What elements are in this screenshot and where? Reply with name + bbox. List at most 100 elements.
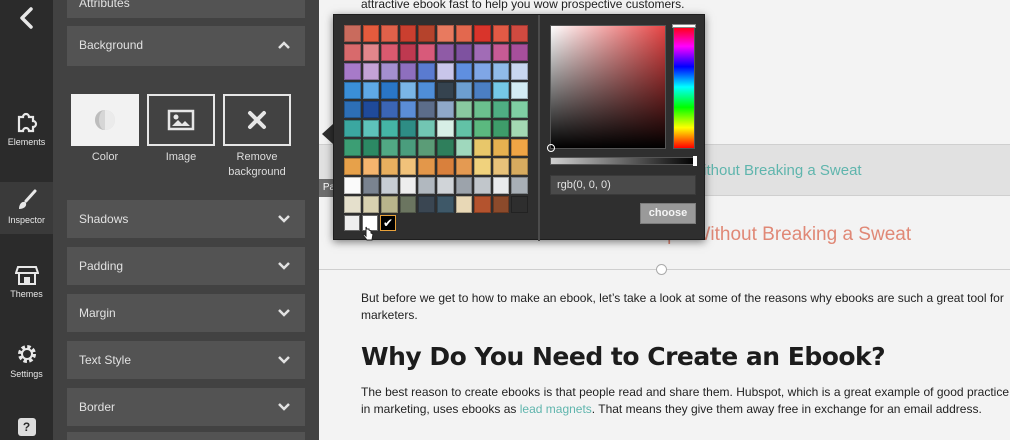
color-swatch[interactable] [511,25,528,42]
color-swatch[interactable] [511,82,528,99]
accordion-border[interactable]: Border [67,388,305,426]
color-swatch[interactable] [362,25,380,42]
color-swatch[interactable] [418,101,435,118]
color-swatch[interactable] [455,44,473,61]
color-option-box[interactable] [71,94,139,146]
color-swatch[interactable] [418,82,435,99]
color-swatch[interactable] [511,101,528,118]
color-swatch[interactable] [418,196,435,213]
saturation-cursor[interactable] [547,144,555,152]
accordion-padding[interactable]: Padding [67,247,305,285]
color-swatch[interactable] [344,82,361,99]
alpha-slider[interactable] [550,156,697,166]
color-swatch[interactable] [362,158,380,175]
color-swatch[interactable] [399,101,417,118]
color-swatch[interactable] [492,120,510,137]
accordion-shadows[interactable]: Shadows [67,200,305,238]
color-swatch[interactable] [418,120,435,137]
color-swatch[interactable] [436,158,454,175]
color-swatch[interactable] [344,25,361,42]
accordion-margin[interactable]: Margin [67,294,305,332]
hue-slider[interactable] [672,24,696,149]
color-swatch[interactable] [436,63,454,80]
color-swatch[interactable] [455,158,473,175]
color-swatch[interactable] [399,158,417,175]
color-swatch[interactable] [511,139,528,156]
accordion-attributes[interactable]: Attributes [67,0,305,18]
color-swatch[interactable] [455,196,473,213]
color-swatch[interactable] [492,196,510,213]
color-swatch[interactable] [362,120,380,137]
color-swatch[interactable] [492,25,510,42]
color-swatch[interactable] [362,177,380,194]
reason-paragraph[interactable]: The best reason to create ebooks is that… [361,384,1009,418]
color-swatch[interactable] [492,101,510,118]
color-swatch[interactable] [474,196,491,213]
color-swatch[interactable] [474,139,491,156]
color-swatch[interactable] [362,196,380,213]
rail-themes-button[interactable]: Themes [0,264,53,308]
recent-swatch[interactable] [344,215,360,231]
color-swatch[interactable] [492,139,510,156]
color-swatch[interactable] [381,101,398,118]
color-swatch[interactable] [399,63,417,80]
color-swatch[interactable] [344,120,361,137]
intro-paragraph[interactable]: attractive ebook fast to help you wow pr… [361,0,1009,13]
lead-magnets-link[interactable]: lead magnets [520,402,592,416]
color-swatch[interactable] [362,101,380,118]
color-swatch[interactable] [344,139,361,156]
color-swatch[interactable] [399,25,417,42]
color-swatch[interactable] [455,82,473,99]
color-swatch[interactable] [362,63,380,80]
color-swatch[interactable] [474,25,491,42]
rail-elements-button[interactable]: Elements [0,110,53,158]
color-swatch[interactable] [436,120,454,137]
color-swatch[interactable] [344,101,361,118]
color-swatch[interactable] [492,44,510,61]
rgb-value-input[interactable] [550,175,696,195]
color-swatch[interactable] [511,44,528,61]
color-swatch[interactable] [455,139,473,156]
rail-settings-button[interactable]: Settings [0,342,53,386]
why-heading[interactable]: Why Do You Need to Create an Ebook? [361,342,886,371]
accordion-text-style[interactable]: Text Style [67,341,305,379]
color-swatch[interactable] [399,196,417,213]
color-swatch[interactable] [474,63,491,80]
accordion-background[interactable]: Background [67,26,305,66]
color-swatch[interactable] [511,120,528,137]
remove-background-option[interactable]: Remove background [223,94,291,180]
color-swatch[interactable] [399,177,417,194]
color-swatch[interactable] [344,158,361,175]
color-swatch[interactable] [418,44,435,61]
color-swatch[interactable] [381,44,398,61]
help-button[interactable]: ? [0,418,53,440]
color-swatch[interactable] [381,139,398,156]
color-swatch[interactable] [492,63,510,80]
color-swatch[interactable] [381,177,398,194]
alpha-slider-handle[interactable] [693,156,697,166]
rail-inspector-button[interactable]: Inspector [0,182,53,234]
divider-handle[interactable] [656,264,667,275]
color-swatch[interactable] [418,63,435,80]
color-swatch[interactable] [362,82,380,99]
color-swatch[interactable] [474,82,491,99]
remove-option-box[interactable] [223,94,291,146]
back-button[interactable] [0,6,53,36]
color-swatch[interactable] [418,158,435,175]
color-swatch[interactable] [474,177,491,194]
recent-swatch-selected[interactable]: ✔ [380,215,396,231]
color-swatch[interactable] [381,158,398,175]
saturation-area[interactable] [547,25,666,152]
before-paragraph[interactable]: But before we get to how to make an eboo… [361,290,1009,324]
color-swatch[interactable] [381,196,398,213]
color-swatch[interactable] [474,120,491,137]
color-swatch[interactable] [362,44,380,61]
color-swatch[interactable] [418,139,435,156]
color-swatch[interactable] [344,44,361,61]
color-swatch[interactable] [436,44,454,61]
color-swatch[interactable] [474,158,491,175]
color-swatch[interactable] [492,82,510,99]
color-swatch[interactable] [381,82,398,99]
color-swatch[interactable] [511,196,528,213]
background-color-option[interactable]: Color [71,94,139,165]
